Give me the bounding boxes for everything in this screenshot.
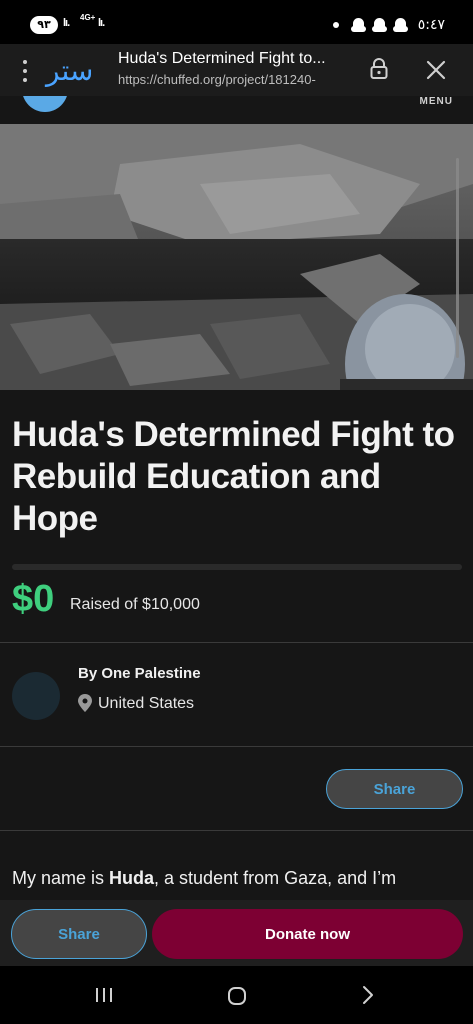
home-icon[interactable] bbox=[227, 986, 247, 1006]
battery-indicator: ٩٣ bbox=[30, 16, 58, 34]
snapchat-icon bbox=[392, 17, 408, 33]
sticky-action-bar: Share Donate now bbox=[0, 900, 473, 966]
organizer-avatar[interactable] bbox=[12, 672, 60, 720]
lock-icon[interactable] bbox=[370, 58, 388, 80]
network-type: 4G+ bbox=[80, 13, 96, 22]
project-description: My name is Huda, a student from Gaza, an… bbox=[12, 868, 397, 888]
close-icon[interactable] bbox=[424, 58, 448, 82]
divider bbox=[0, 746, 473, 747]
location-pin-icon bbox=[78, 694, 92, 712]
share-button[interactable]: Share bbox=[326, 769, 463, 809]
web-page: MENU Huda's Determined Fight to Rebuild … bbox=[0, 96, 473, 966]
status-bar: ٩٣ lı. 4G+ lı. ٥:٤٧ bbox=[0, 0, 473, 44]
raised-goal-text: Raised of $10,000 bbox=[70, 596, 200, 613]
page-title: Huda's Determined Fight to... bbox=[118, 50, 326, 67]
bottom-share-button[interactable]: Share bbox=[11, 909, 147, 959]
funding-progress-bar bbox=[12, 564, 462, 570]
hero-image bbox=[0, 124, 473, 390]
organizer-name[interactable]: By One Palestine bbox=[78, 665, 201, 682]
page-url[interactable]: https://chuffed.org/project/181240- bbox=[118, 72, 358, 87]
snapchat-icon bbox=[371, 17, 387, 33]
project-title: Huda's Determined Fight to Rebuild Educa… bbox=[12, 415, 455, 538]
highlighted-name: Huda bbox=[109, 868, 155, 888]
site-header: MENU bbox=[0, 96, 473, 124]
browser-toolbar: ستر Huda's Determined Fight to... https:… bbox=[0, 44, 473, 96]
divider bbox=[0, 642, 473, 643]
menu-button[interactable]: MENU bbox=[420, 96, 453, 107]
signal-icon-2: lı. bbox=[98, 17, 105, 29]
back-icon[interactable] bbox=[360, 985, 376, 1005]
raised-amount: $0 bbox=[12, 578, 55, 620]
scrollbar[interactable] bbox=[456, 158, 459, 358]
more-options-icon[interactable] bbox=[22, 60, 28, 82]
donate-now-button[interactable]: Donate now bbox=[152, 909, 463, 959]
signal-icon: lı. bbox=[63, 17, 70, 29]
snapchat-icon bbox=[350, 17, 366, 33]
recent-apps-icon[interactable] bbox=[94, 987, 114, 1003]
clock: ٥:٤٧ bbox=[417, 17, 445, 33]
organizer-location: United States bbox=[98, 695, 195, 712]
status-icons: ٥:٤٧ bbox=[332, 15, 445, 35]
browser-logo: ستر bbox=[46, 54, 94, 87]
site-logo[interactable] bbox=[22, 96, 68, 112]
divider bbox=[0, 830, 473, 831]
notification-dot-icon bbox=[332, 22, 339, 28]
system-navigation-bar bbox=[0, 966, 473, 1024]
